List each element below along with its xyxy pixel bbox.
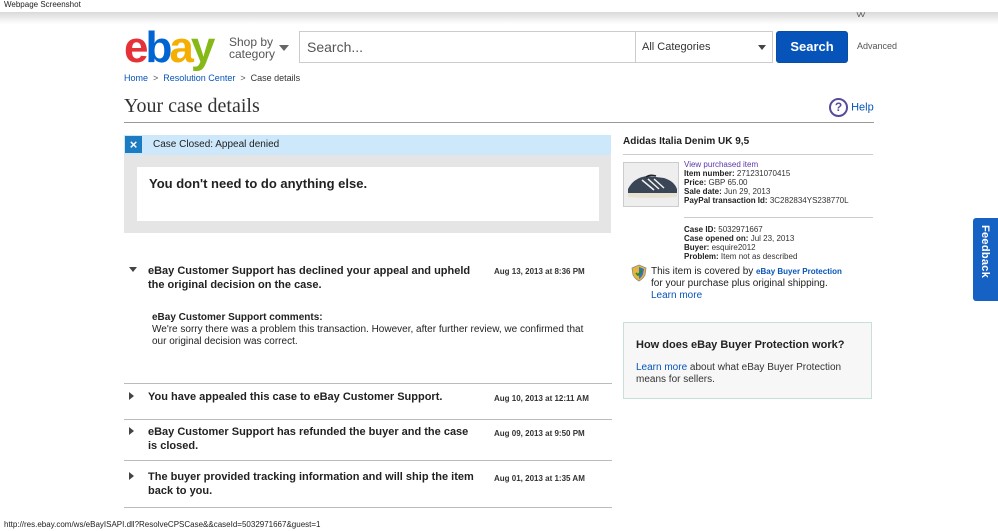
item-thumbnail[interactable]	[623, 162, 679, 207]
category-select[interactable]: All Categories	[635, 31, 773, 63]
help-link[interactable]: ? Help	[829, 98, 874, 117]
breadcrumb-current: Case details	[250, 73, 301, 83]
advanced-search-link[interactable]: Advanced	[857, 41, 897, 51]
chevron-down-icon	[758, 45, 766, 50]
divider	[124, 507, 612, 508]
search-input[interactable]: Search...	[299, 31, 635, 63]
status-bar: × Case Closed: Appeal denied	[124, 135, 611, 155]
caret-right-icon[interactable]	[129, 427, 134, 435]
event-date: Aug 09, 2013 at 9:50 PM	[494, 429, 585, 438]
event-title: eBay Customer Support has refunded the b…	[148, 426, 469, 452]
bp-heading: How does eBay Buyer Protection work?	[636, 339, 845, 351]
breadcrumb-home[interactable]: Home	[124, 73, 148, 83]
caret-right-icon[interactable]	[129, 472, 134, 480]
caret-down-icon[interactable]	[129, 267, 137, 272]
caret-right-icon[interactable]	[129, 392, 134, 400]
item-title: Adidas Italia Denim UK 9,5	[623, 136, 750, 147]
sneaker-image	[624, 163, 678, 206]
divider	[124, 419, 612, 420]
case-details: Case ID: 5032971667 Case opened on: Jul …	[684, 225, 798, 261]
buyer-protection-info-box: How does eBay Buyer Protection work? Lea…	[623, 322, 872, 399]
shop-by-category-button[interactable]: Shop by category	[229, 36, 289, 60]
event-date: Aug 10, 2013 at 12:11 AM	[494, 394, 589, 403]
view-purchased-item-link[interactable]: View purchased item	[684, 160, 758, 169]
window-title: Webpage Screenshot	[4, 0, 81, 9]
divider	[124, 383, 612, 384]
event-title: The buyer provided tracking information …	[148, 471, 474, 497]
overflow-indicator[interactable]: ˅˅	[856, 10, 866, 21]
shield-check-icon	[631, 264, 647, 282]
chevron-down-icon	[279, 45, 289, 51]
search-button[interactable]: Search	[776, 31, 848, 63]
help-icon: ?	[829, 98, 848, 117]
status-label: Case Closed: Appeal denied	[153, 139, 280, 150]
event-date: Aug 13, 2013 at 8:36 PM	[494, 267, 585, 276]
learn-more-link[interactable]: Learn more	[636, 362, 687, 373]
event-title: You have appealed this case to eBay Cust…	[148, 391, 443, 403]
feedback-tab[interactable]: Feedback	[973, 218, 998, 301]
event-date: Aug 01, 2013 at 1:35 AM	[494, 474, 585, 483]
divider	[124, 122, 874, 123]
breadcrumb: Home > Resolution Center > Case details	[124, 73, 301, 83]
status-bar-url: http://res.ebay.com/ws/eBayISAPI.dll?Res…	[4, 520, 321, 529]
page-title: Your case details	[124, 95, 260, 117]
case-status-panel: × Case Closed: Appeal denied You don't n…	[124, 135, 611, 233]
learn-more-link[interactable]: Learn more	[651, 290, 702, 301]
status-message: You don't need to do anything else.	[137, 167, 599, 221]
event-title: eBay Customer Support has declined your …	[148, 265, 471, 291]
breadcrumb-resolution-center[interactable]: Resolution Center	[163, 73, 235, 83]
support-comments: eBay Customer Support comments: We're so…	[152, 312, 592, 348]
divider	[124, 460, 612, 461]
item-details: View purchased item Item number: 2712310…	[684, 160, 849, 205]
comments-text: We're sorry there was a problem this tra…	[152, 324, 584, 347]
ebay-logo[interactable]: ebay	[124, 22, 215, 74]
divider	[684, 217, 873, 218]
divider	[623, 154, 873, 155]
ebay-buyer-protection-logo: eBay Buyer Protection	[756, 267, 842, 276]
comments-heading: eBay Customer Support comments:	[152, 312, 323, 323]
close-icon: ×	[125, 136, 142, 153]
